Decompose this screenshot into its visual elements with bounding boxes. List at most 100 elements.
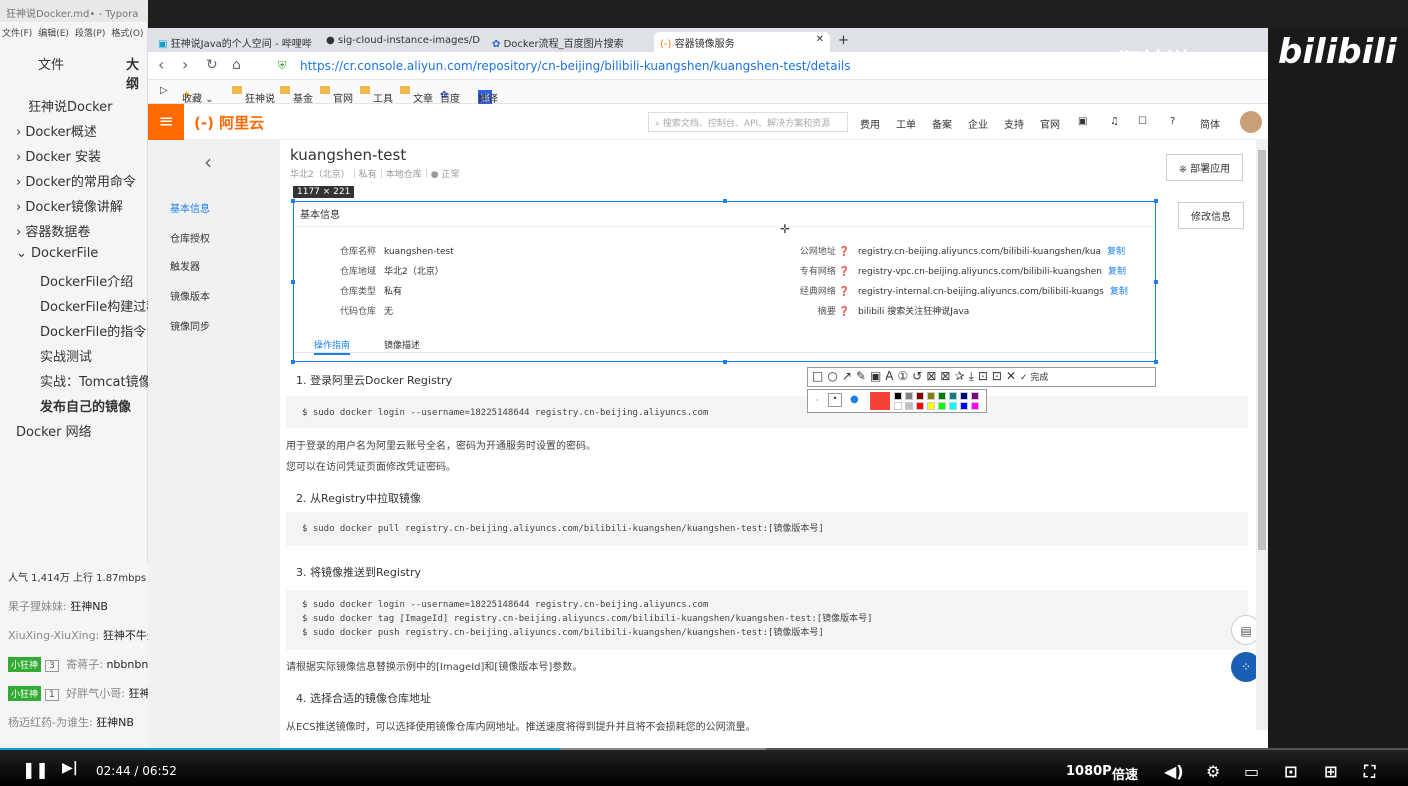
bookmark-folder[interactable]: 狂神说 bbox=[232, 85, 275, 105]
rect-icon[interactable]: □ bbox=[812, 369, 823, 383]
color-swatch[interactable] bbox=[971, 392, 979, 400]
sidebar-item-authorization[interactable]: 仓库授权 bbox=[170, 230, 210, 245]
tab-files[interactable]: 文件 bbox=[38, 54, 64, 73]
aliyun-logo[interactable]: (-) 阿里云 bbox=[194, 112, 264, 133]
copy-icon[interactable]: ⊡ bbox=[978, 369, 988, 383]
resize-handle[interactable] bbox=[291, 280, 295, 284]
pen-icon[interactable]: ✎ bbox=[856, 369, 866, 383]
outline-item[interactable]: DockerFile构建过程 bbox=[40, 296, 159, 315]
fullscreen-icon[interactable]: ⛶ bbox=[1364, 762, 1375, 782]
resize-handle[interactable] bbox=[723, 199, 727, 203]
nav-ticket[interactable]: 工单 bbox=[896, 116, 916, 131]
outline-item[interactable]: 实战测试 bbox=[40, 346, 92, 365]
hamburger-menu-icon[interactable]: ≡ bbox=[148, 104, 184, 140]
new-tab-button[interactable]: + bbox=[832, 30, 855, 50]
small-brush-icon[interactable]: · bbox=[816, 396, 819, 405]
outline-item[interactable]: 狂神说Docker bbox=[28, 96, 113, 115]
outline-item[interactable]: Docker 网络 bbox=[16, 421, 92, 440]
resize-handle[interactable] bbox=[723, 360, 727, 364]
resize-handle[interactable] bbox=[291, 360, 295, 364]
outline-item[interactable]: DockerFile介绍 bbox=[40, 271, 133, 290]
deploy-app-button[interactable]: ⎈ 部署应用 bbox=[1166, 154, 1244, 181]
resize-handle[interactable] bbox=[1154, 360, 1158, 364]
color-swatch[interactable] bbox=[960, 392, 968, 400]
outline-item[interactable]: › Docker概述 bbox=[16, 121, 97, 140]
webfullscreen-icon[interactable]: ⊞ bbox=[1324, 762, 1337, 781]
color-swatch[interactable] bbox=[960, 402, 968, 410]
outline-item[interactable]: 实战：Tomcat镜像 bbox=[40, 371, 152, 390]
medium-brush-icon[interactable]: • bbox=[828, 393, 842, 407]
bookmark-folder[interactable]: 工具 bbox=[360, 85, 393, 105]
bookmark-arrow-icon[interactable]: ▷ bbox=[160, 85, 168, 96]
pause-icon[interactable]: ❚❚ bbox=[22, 760, 49, 779]
undo-icon[interactable]: ↺ bbox=[912, 369, 922, 383]
sidebar-item-triggers[interactable]: 触发器 bbox=[170, 258, 200, 273]
console-search-input[interactable]: ⌕ 搜索文档、控制台、API、解决方案和资源 bbox=[648, 112, 848, 132]
pin-icon[interactable]: ✰ bbox=[954, 369, 964, 383]
quality-button[interactable]: 1080P bbox=[1066, 764, 1112, 779]
color-swatch[interactable] bbox=[949, 392, 957, 400]
modify-info-button[interactable]: 修改信息 bbox=[1178, 202, 1244, 229]
nav-icp[interactable]: 备案 bbox=[932, 116, 952, 131]
current-color-swatch[interactable] bbox=[870, 392, 890, 410]
color-swatch[interactable] bbox=[905, 402, 913, 410]
forward-icon[interactable]: › bbox=[182, 55, 188, 74]
color-swatch[interactable] bbox=[894, 402, 902, 410]
outline-item[interactable]: › 容器数据卷 bbox=[16, 221, 90, 240]
ocr-icon[interactable]: ⊠ bbox=[926, 369, 936, 383]
outline-item[interactable]: ⌄ DockerFile bbox=[16, 246, 98, 261]
color-swatch[interactable] bbox=[927, 392, 935, 400]
resize-handle[interactable] bbox=[291, 199, 295, 203]
code-block-pull[interactable]: $ sudo docker pull registry.cn-beijing.a… bbox=[286, 512, 1248, 546]
copy-link[interactable]: 复制 bbox=[1108, 267, 1126, 277]
back-chevron-icon[interactable]: ‹ bbox=[204, 150, 212, 174]
color-swatch[interactable] bbox=[894, 392, 902, 400]
nav-enterprise[interactable]: 企业 bbox=[968, 116, 988, 131]
tab-github[interactable]: ● sig-cloud-instance-images/Do bbox=[320, 32, 480, 52]
copy-link[interactable]: 复制 bbox=[1107, 247, 1125, 257]
code-block-push[interactable]: $ sudo docker login --username=182251486… bbox=[286, 590, 1248, 650]
tab-aliyun-cr[interactable]: (-) 容器镜像服务 ✕ bbox=[654, 32, 830, 52]
color-swatch[interactable] bbox=[971, 402, 979, 410]
tab-bilibili[interactable]: ▣ 狂神说Java的个人空间 - 哔哩哔 bbox=[152, 32, 318, 52]
tab-guide[interactable]: 操作指南 bbox=[314, 338, 351, 355]
back-icon[interactable]: ‹ bbox=[158, 55, 164, 74]
language-switch[interactable]: 简体 bbox=[1200, 116, 1220, 131]
resize-handle[interactable] bbox=[1154, 199, 1158, 203]
save-icon[interactable]: ⤓ bbox=[969, 369, 974, 384]
menu-edit[interactable]: 编辑(E) bbox=[38, 29, 69, 39]
resize-handle[interactable] bbox=[1154, 280, 1158, 284]
scrollbar[interactable] bbox=[1256, 140, 1268, 730]
home-icon[interactable]: ⌂ bbox=[232, 57, 241, 73]
sidebar-item-versions[interactable]: 镜像版本 bbox=[170, 288, 210, 303]
reload-icon[interactable]: ↻ bbox=[206, 57, 218, 73]
volume-icon[interactable]: ◀) bbox=[1164, 762, 1184, 781]
bookmark-folder[interactable]: 基金 bbox=[280, 85, 313, 105]
arrow-icon[interactable]: ↗ bbox=[842, 369, 852, 383]
tab-description[interactable]: 镜像描述 bbox=[384, 338, 420, 351]
color-swatch[interactable] bbox=[927, 402, 935, 410]
nav-official[interactable]: 官网 bbox=[1040, 116, 1060, 131]
bookmark-folder[interactable]: 官网 bbox=[320, 85, 353, 105]
color-swatch[interactable] bbox=[905, 392, 913, 400]
outline-item[interactable]: DockerFile的指令 bbox=[40, 321, 146, 340]
cart-icon[interactable]: ☐ bbox=[1138, 116, 1147, 127]
menu-paragraph[interactable]: 段落(P) bbox=[75, 29, 105, 39]
nav-support[interactable]: 支持 bbox=[1004, 116, 1024, 131]
done-button[interactable]: ✓ 完成 bbox=[1020, 370, 1048, 383]
widescreen-icon[interactable]: ⊡ bbox=[1284, 762, 1297, 781]
sidebar-item-sync[interactable]: 镜像同步 bbox=[170, 318, 210, 333]
outline-item[interactable]: › Docker镜像讲解 bbox=[16, 196, 123, 215]
sidebar-item-basic-info[interactable]: 基本信息 bbox=[170, 200, 210, 215]
color-swatch[interactable] bbox=[949, 402, 957, 410]
ellipse-icon[interactable]: ○ bbox=[827, 369, 837, 383]
screenshot-long-icon[interactable]: ⊡ bbox=[992, 369, 1002, 383]
tab-baidu[interactable]: ✿ Docker流程_百度图片搜索 bbox=[486, 32, 646, 52]
settings-icon[interactable]: ⚙ bbox=[1206, 762, 1220, 781]
capture-region[interactable]: 基本信息 ✛ 仓库名称 kuangshen-test 仓库地域 华北2（北京） 仓库类型… bbox=[293, 201, 1156, 362]
mosaic-icon[interactable]: ▣ bbox=[870, 369, 881, 383]
close-tab-icon[interactable]: ✕ bbox=[816, 34, 824, 45]
bookmark-folder[interactable]: 文章 bbox=[400, 85, 433, 105]
url-field[interactable]: https://cr.console.aliyun.com/repository… bbox=[300, 59, 851, 73]
translate-icon[interactable]: ⊠ bbox=[940, 369, 950, 383]
